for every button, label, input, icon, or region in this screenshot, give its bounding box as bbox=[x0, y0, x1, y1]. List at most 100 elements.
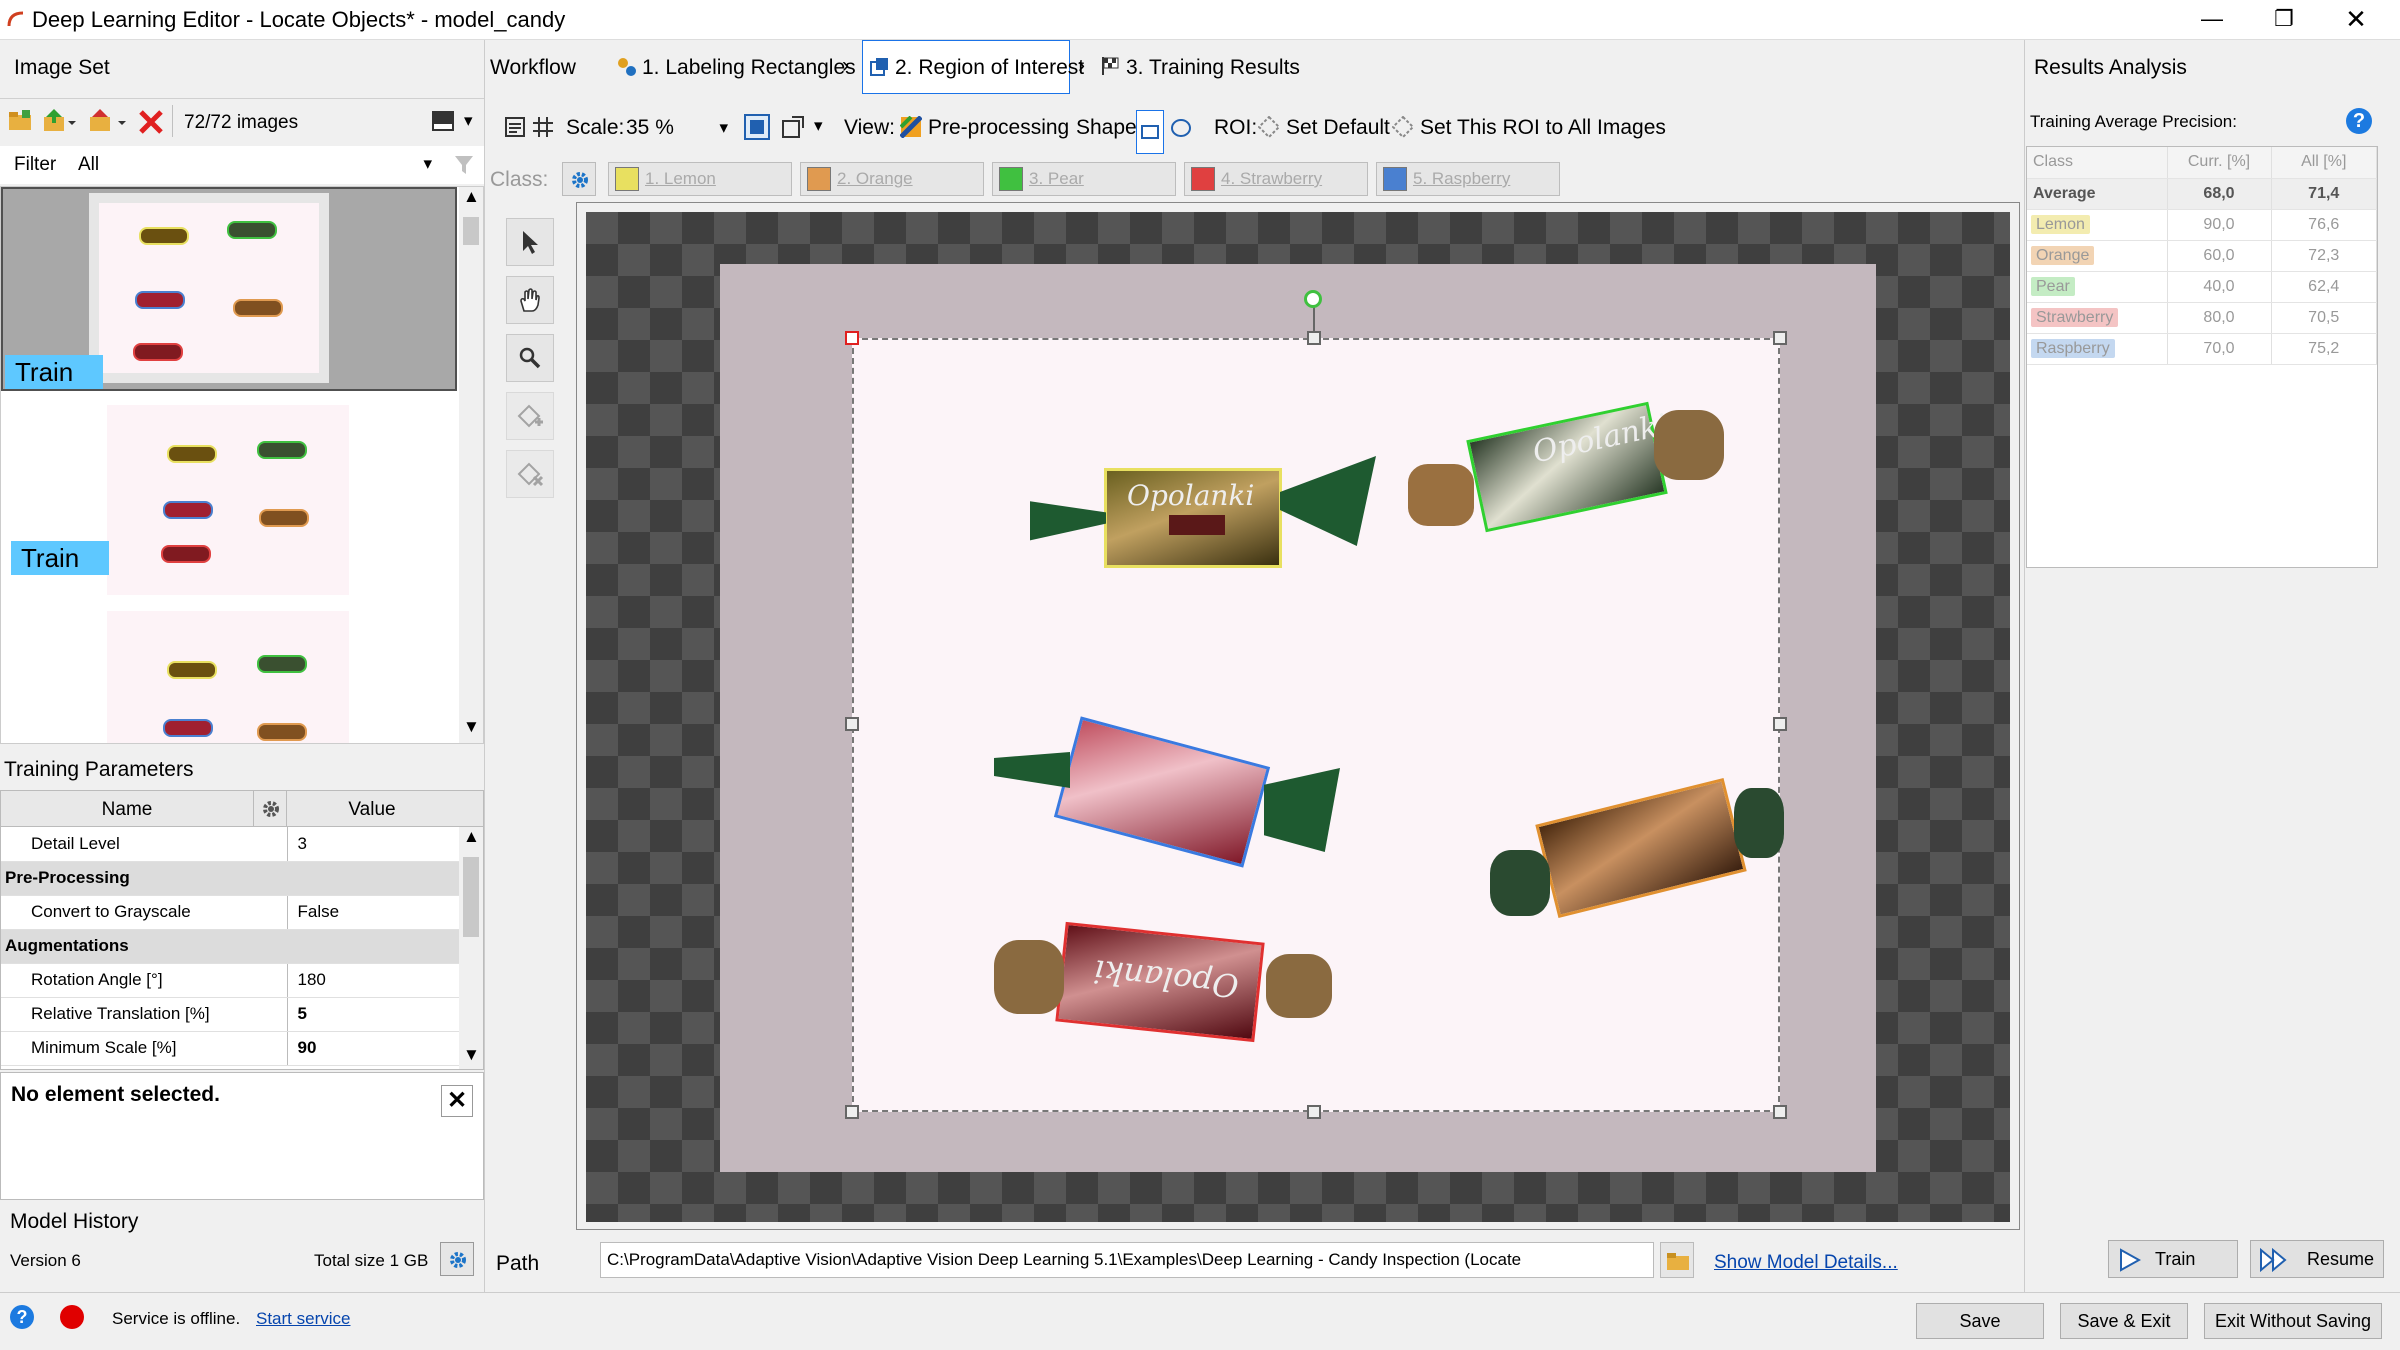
workflow-step-3[interactable]: 3. Training Results bbox=[1098, 48, 1300, 88]
roi-region[interactable]: Opolanki Opolanki Opolanki bbox=[852, 338, 1784, 1112]
class-strawberry[interactable]: 4. Strawberry bbox=[1184, 162, 1368, 196]
workflow-step-2[interactable]: 2. Region of Interest bbox=[862, 40, 1084, 94]
scroll-down-icon[interactable]: ▼ bbox=[463, 717, 480, 737]
model-version: Version 6 bbox=[10, 1251, 81, 1270]
view-value[interactable]: Pre-processing bbox=[928, 116, 1069, 140]
roi-rotate-handle[interactable] bbox=[1304, 290, 1322, 308]
param-value[interactable]: 5 bbox=[286, 997, 459, 1032]
scroll-up-icon[interactable]: ▲ bbox=[463, 187, 480, 207]
fit-roi-icon[interactable] bbox=[780, 114, 806, 140]
chevron-down-icon[interactable]: ▾ bbox=[814, 116, 823, 136]
save-button[interactable]: Save bbox=[1916, 1303, 2044, 1339]
pan-tool[interactable] bbox=[506, 276, 554, 324]
param-name: Minimum Scale [%] bbox=[1, 1031, 287, 1066]
class-pear[interactable]: 3. Pear bbox=[992, 162, 1176, 196]
param-row[interactable]: Rotation Angle [°] 180 bbox=[1, 963, 459, 998]
help-icon[interactable]: ? bbox=[10, 1305, 34, 1329]
roi-handle[interactable] bbox=[1773, 1105, 1787, 1119]
roi-handle[interactable] bbox=[1307, 1105, 1321, 1119]
scroll-down-icon[interactable]: ▼ bbox=[463, 1045, 480, 1065]
param-value[interactable]: 180 bbox=[286, 963, 459, 998]
candy-brand: Opolanki bbox=[1127, 479, 1255, 512]
list-item[interactable]: Train bbox=[1, 393, 457, 597]
view-mode-icon[interactable] bbox=[432, 111, 454, 131]
model-settings-button[interactable] bbox=[440, 1242, 474, 1276]
class-settings-button[interactable] bbox=[562, 162, 596, 196]
param-row[interactable]: Detail Level 3 bbox=[1, 827, 459, 862]
path-value: C:\ProgramData\Adaptive Vision\Adaptive … bbox=[607, 1250, 1522, 1269]
param-row[interactable]: Convert to Grayscale False bbox=[1, 895, 459, 930]
workflow-step-1[interactable]: 1. Labeling Rectangles bbox=[612, 48, 856, 88]
shape-rectangle-button[interactable] bbox=[1136, 110, 1164, 154]
params-settings-button[interactable] bbox=[253, 791, 287, 827]
scroll-thumb[interactable] bbox=[463, 217, 479, 245]
set-roi-all-button[interactable]: Set This ROI to All Images bbox=[1420, 116, 1666, 140]
class-raspberry[interactable]: 5. Raspberry bbox=[1376, 162, 1560, 196]
help-icon[interactable]: ? bbox=[2346, 108, 2372, 134]
roi-handle[interactable] bbox=[1307, 331, 1321, 345]
section-label: Augmentations bbox=[1, 929, 459, 964]
param-row[interactable]: Minimum Scale [%] 90 bbox=[1, 1031, 459, 1066]
param-section[interactable]: Pre-Processing bbox=[1, 861, 459, 896]
start-service-link[interactable]: Start service bbox=[256, 1309, 350, 1329]
scroll-up-icon[interactable]: ▲ bbox=[463, 827, 480, 847]
train-button[interactable]: Train bbox=[2108, 1240, 2238, 1278]
remove-region-tool[interactable] bbox=[506, 450, 554, 498]
results-subtitle: Training Average Precision: bbox=[2030, 112, 2237, 131]
grid-icon[interactable] bbox=[532, 116, 554, 138]
close-window-button[interactable]: ✕ bbox=[2320, 0, 2392, 40]
resume-label: Resume bbox=[2307, 1249, 2375, 1269]
roi-all-icon bbox=[1392, 116, 1414, 138]
show-model-details-link[interactable]: Show Model Details... bbox=[1714, 1252, 1898, 1274]
params-scrollbar[interactable]: ▲ ▼ bbox=[459, 827, 483, 1069]
restore-button[interactable]: ❐ bbox=[2248, 0, 2320, 40]
param-value[interactable]: 3 bbox=[286, 827, 459, 862]
model-history-title: Model History bbox=[10, 1210, 139, 1233]
zoom-tool[interactable] bbox=[506, 334, 554, 382]
image-list-scrollbar[interactable]: ▲ ▼ bbox=[459, 187, 483, 743]
add-shape-icon bbox=[517, 404, 543, 428]
scroll-thumb[interactable] bbox=[463, 857, 479, 937]
filter-icon[interactable] bbox=[454, 154, 474, 176]
roi-handle-anchor[interactable] bbox=[845, 331, 859, 345]
roi-handle[interactable] bbox=[1773, 331, 1787, 345]
select-tool[interactable] bbox=[506, 218, 554, 266]
results-curr: 40,0 bbox=[2167, 271, 2272, 303]
path-field[interactable]: C:\ProgramData\Adaptive Vision\Adaptive … bbox=[600, 1242, 1654, 1278]
results-all: 72,3 bbox=[2271, 240, 2377, 272]
delete-icon[interactable] bbox=[138, 109, 164, 135]
minimize-button[interactable]: — bbox=[2176, 0, 2248, 40]
add-folder-icon[interactable] bbox=[8, 109, 32, 133]
col-name-header: Name bbox=[101, 799, 153, 820]
export-icon[interactable] bbox=[88, 107, 128, 135]
close-icon[interactable]: ✕ bbox=[441, 1085, 473, 1117]
class-lemon[interactable]: 1. Lemon bbox=[608, 162, 792, 196]
results-row: Raspberry 70,0 75,2 bbox=[2027, 333, 2377, 365]
chevron-right-icon: › bbox=[1078, 54, 1085, 77]
roi-handle[interactable] bbox=[845, 1105, 859, 1119]
ellipse-icon[interactable] bbox=[1170, 118, 1192, 138]
view-mode-dropdown-icon[interactable]: ▾ bbox=[464, 111, 473, 131]
param-value[interactable]: 90 bbox=[286, 1031, 459, 1066]
param-value[interactable]: False bbox=[286, 895, 459, 930]
filter-select[interactable]: All ▾ bbox=[70, 150, 440, 180]
add-region-tool[interactable] bbox=[506, 392, 554, 440]
param-row[interactable]: Relative Translation [%] 5 bbox=[1, 997, 459, 1032]
param-section[interactable]: Augmentations bbox=[1, 929, 459, 964]
set-default-button[interactable]: Set Default bbox=[1286, 116, 1390, 140]
preprocessing-icon[interactable] bbox=[900, 116, 922, 138]
list-icon[interactable] bbox=[504, 116, 526, 138]
import-icon[interactable] bbox=[42, 107, 76, 135]
save-exit-button[interactable]: Save & Exit bbox=[2060, 1303, 2188, 1339]
exit-without-saving-button[interactable]: Exit Without Saving bbox=[2204, 1303, 2382, 1339]
resume-button[interactable]: Resume bbox=[2250, 1240, 2384, 1278]
roi-handle[interactable] bbox=[845, 717, 859, 731]
results-header-all: All [%] bbox=[2271, 147, 2377, 179]
list-item[interactable]: Train bbox=[1, 187, 457, 391]
roi-handle[interactable] bbox=[1773, 717, 1787, 731]
fit-image-icon[interactable] bbox=[744, 114, 770, 140]
list-item[interactable] bbox=[1, 599, 457, 743]
browse-button[interactable] bbox=[1660, 1242, 1694, 1278]
scale-select[interactable]: 35 % ▾ bbox=[620, 110, 730, 144]
class-orange[interactable]: 2. Orange bbox=[800, 162, 984, 196]
